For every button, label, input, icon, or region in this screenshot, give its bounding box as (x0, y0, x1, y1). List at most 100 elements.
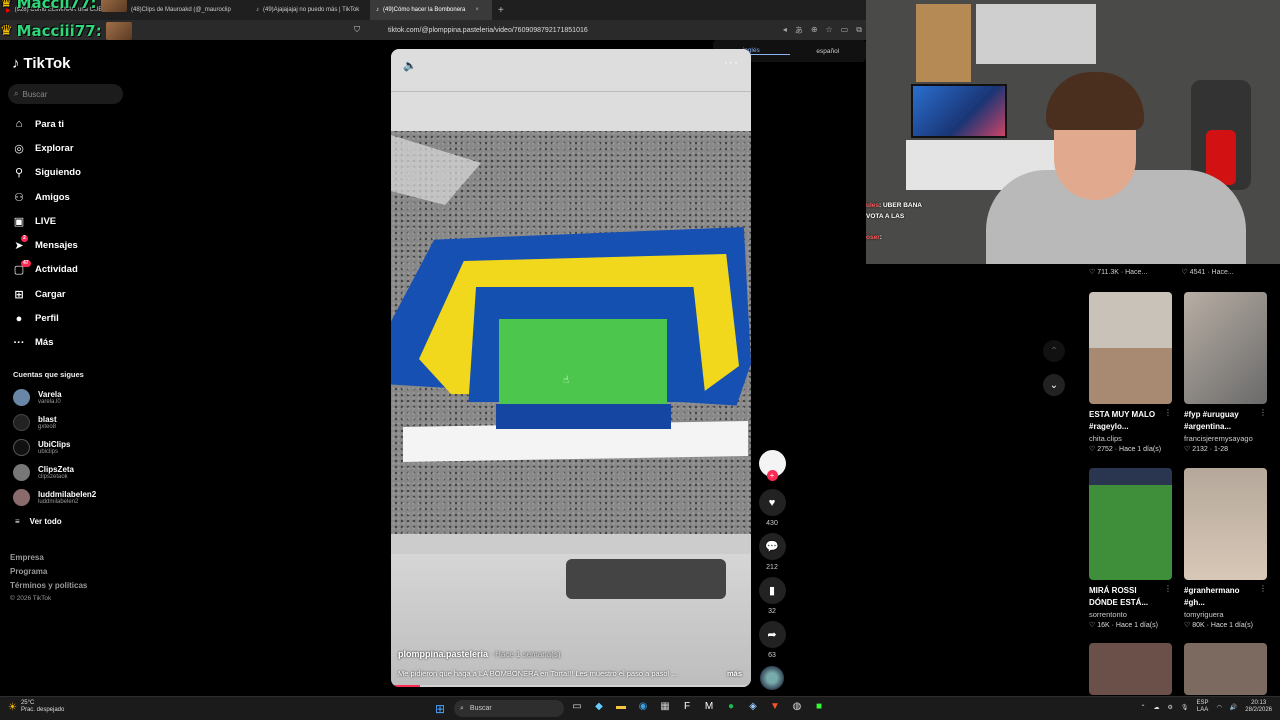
browser-tab-active[interactable]: ♪ (49)Cómo hacer la Bombonera × (370, 0, 492, 20)
more-options-icon[interactable]: ⋮ (1164, 584, 1172, 593)
clock[interactable]: 20:13 28/2/2026 (1245, 700, 1272, 714)
sidebar-item-live[interactable]: ▣ LIVE (12, 209, 81, 233)
volume-icon[interactable]: 🔊 (1230, 704, 1237, 711)
weather-icon: ☀ (8, 701, 17, 713)
music-disc-icon[interactable] (760, 666, 784, 690)
favorite-icon[interactable]: ☆ (826, 25, 833, 36)
more-options-icon[interactable]: ⋮ (1164, 408, 1172, 417)
new-tab-button[interactable]: + (498, 5, 504, 16)
wifi-icon[interactable]: ◠ (1217, 704, 1222, 711)
cam-shelf (976, 4, 1096, 64)
author-avatar[interactable]: + (758, 450, 786, 481)
following-account[interactable]: Varela varela.l0 (13, 385, 96, 410)
recommendation-card[interactable]: ⋮ #granhermano #gh... tomyriguera ♡ 80K … (1184, 468, 1267, 644)
footer-link[interactable]: Empresa (10, 553, 87, 562)
video-thumbnail[interactable] (1184, 643, 1267, 695)
following-account[interactable]: UbiClips ubiclips (13, 435, 96, 460)
spotify-icon[interactable]: ● (724, 701, 738, 712)
sidebar-item-amigos[interactable]: ⚇ Amigos (12, 185, 81, 209)
video-thumbnail[interactable] (1089, 643, 1172, 695)
profile-icon: ● (15, 312, 23, 325)
recommendation-card[interactable]: ⋮ ESTA MUY MALO #rageylo... chita.clips … (1089, 292, 1172, 468)
following-account[interactable]: luddmilabelen2 luddmilabelen2 (13, 485, 96, 510)
heart-icon: ♥ (758, 489, 786, 516)
next-video-button[interactable]: ⌄ (1043, 374, 1065, 396)
list-icon: ≡ (15, 517, 20, 526)
recommendation-card[interactable]: ⋮ MIRÁ ROSSI DÓNDE ESTÁ... sorrentonto ♡… (1089, 468, 1172, 644)
avatar (105, 22, 132, 40)
file-explorer-icon[interactable]: ▬ (614, 701, 628, 712)
browser-tab[interactable]: ♪ (49)Ajajajajaj no puedo más | TikTok (250, 0, 370, 20)
app-icon[interactable]: ■ (812, 701, 826, 712)
language-indicator[interactable]: ESP LAA (1197, 700, 1209, 714)
like-button[interactable]: ♥ 430 (758, 489, 786, 529)
language-option-spanish[interactable]: español (790, 48, 867, 55)
zoom-icon[interactable]: ⊕ (811, 25, 818, 36)
task-view-icon[interactable]: ▭ (570, 701, 584, 712)
translate-icon[interactable]: あ (795, 25, 803, 36)
avatar (13, 439, 30, 456)
chevron-up-icon[interactable]: ⌃ (1141, 704, 1146, 711)
search-input[interactable]: ⌕ Buscar (8, 84, 123, 104)
video-thumbnail[interactable] (1184, 468, 1267, 580)
close-tab-icon[interactable]: × (475, 7, 479, 13)
more-options-icon[interactable]: ⋮ (1259, 584, 1267, 593)
footer-link[interactable]: Programa (10, 567, 87, 576)
sidebar-item-mas[interactable]: ··· Más (12, 331, 81, 355)
video-author[interactable]: plomppina.pasteleria · Hace 1 semana(s) (398, 649, 561, 659)
sidebar-item-para-ti[interactable]: ⌂ Para ti (12, 112, 81, 136)
see-all-link[interactable]: ≡ Ver todo (15, 517, 62, 526)
upload-icon: ⊞ (14, 288, 24, 301)
sidebar-item-siguiendo[interactable]: ⚲ Siguiendo (12, 161, 81, 185)
tray-icon[interactable]: ☁ (1154, 704, 1160, 711)
follow-plus-icon[interactable]: + (766, 470, 778, 481)
tray-icon[interactable]: ⚙ (1168, 704, 1173, 711)
save-button[interactable]: ▮ 32 (758, 577, 786, 617)
extensions-icon[interactable]: ⧉ (856, 25, 862, 36)
footer-link[interactable]: Términos y políticas (10, 581, 87, 590)
app-icon[interactable]: ◈ (746, 701, 760, 712)
read-aloud-icon[interactable]: ◂ (783, 25, 787, 36)
share-button[interactable]: ➦ 63 (758, 621, 786, 661)
taskbar-search[interactable]: ⌕ Buscar (454, 700, 564, 717)
video-thumbnail[interactable] (1089, 292, 1172, 404)
more-options-icon[interactable]: ⋮ (1259, 408, 1267, 417)
following-account[interactable]: ClipsZeta clipszetaok (13, 460, 96, 485)
more-options-icon[interactable]: ··· (724, 55, 739, 69)
volume-icon[interactable]: 🔈 (403, 59, 417, 72)
copilot-icon[interactable]: ◆ (592, 701, 606, 712)
comment-icon: 💬 (758, 533, 786, 560)
app-icon[interactable]: M (702, 701, 716, 712)
stadium-cake-field (499, 319, 667, 407)
sidebar-item-actividad[interactable]: ▢ 47 Actividad (12, 258, 81, 282)
microphone-icon[interactable]: 🎙 (1181, 704, 1189, 711)
collections-icon[interactable]: ▭ (841, 25, 849, 36)
windows-start-icon[interactable]: ⊞ (435, 702, 445, 716)
video-thumbnail[interactable] (1089, 468, 1172, 580)
store-icon[interactable]: ▦ (658, 701, 672, 712)
app-icon[interactable]: ◍ (790, 701, 804, 712)
home-icon: ⌂ (15, 118, 23, 131)
more-button[interactable]: más (727, 669, 742, 678)
video-progress-bar[interactable] (391, 685, 751, 687)
previous-video-button[interactable]: ⌃ (1043, 340, 1065, 362)
brave-icon[interactable]: ▼ (768, 701, 782, 712)
browser-tab[interactable]: ♪(48)Clips de Mauroakd (@_mauroclip (118, 0, 250, 20)
sidebar-item-explorar[interactable]: ◎ Explorar (12, 136, 81, 160)
recommendation-card[interactable]: ⋮ #fyp #uruguay #argentina... francisjer… (1184, 292, 1267, 468)
sidebar-item-perfil[interactable]: ● Perfil (12, 306, 81, 330)
sidebar-item-cargar[interactable]: ⊞ Cargar (12, 282, 81, 306)
following-account[interactable]: blast gxteo8 (13, 410, 96, 435)
tiktok-logo[interactable]: ♪ TikTok (12, 55, 70, 72)
video-thumbnail[interactable] (1184, 292, 1267, 404)
url-input[interactable]: tiktok.com/@plomppina.pasteleria/video/7… (388, 27, 588, 34)
sidebar-item-mensajes[interactable]: ➤ 2 Mensajes (12, 233, 81, 257)
comment-button[interactable]: 💬 212 (758, 533, 786, 573)
app-icon[interactable]: F (680, 701, 694, 712)
video-player[interactable]: 🔈 ··· ☝ plomppina.pasteleria · Hace 1 se… (391, 49, 751, 687)
weather-widget[interactable]: ☀ 25°C Prac. despejado (8, 700, 64, 714)
webcam-overlay: ules: UBER BANA VOTA A LAS oser: (866, 0, 1280, 264)
bookmark-icon[interactable]: ⛉ (354, 25, 360, 35)
edge-icon[interactable]: ◉ (636, 701, 650, 712)
cam-tv (911, 84, 1007, 138)
